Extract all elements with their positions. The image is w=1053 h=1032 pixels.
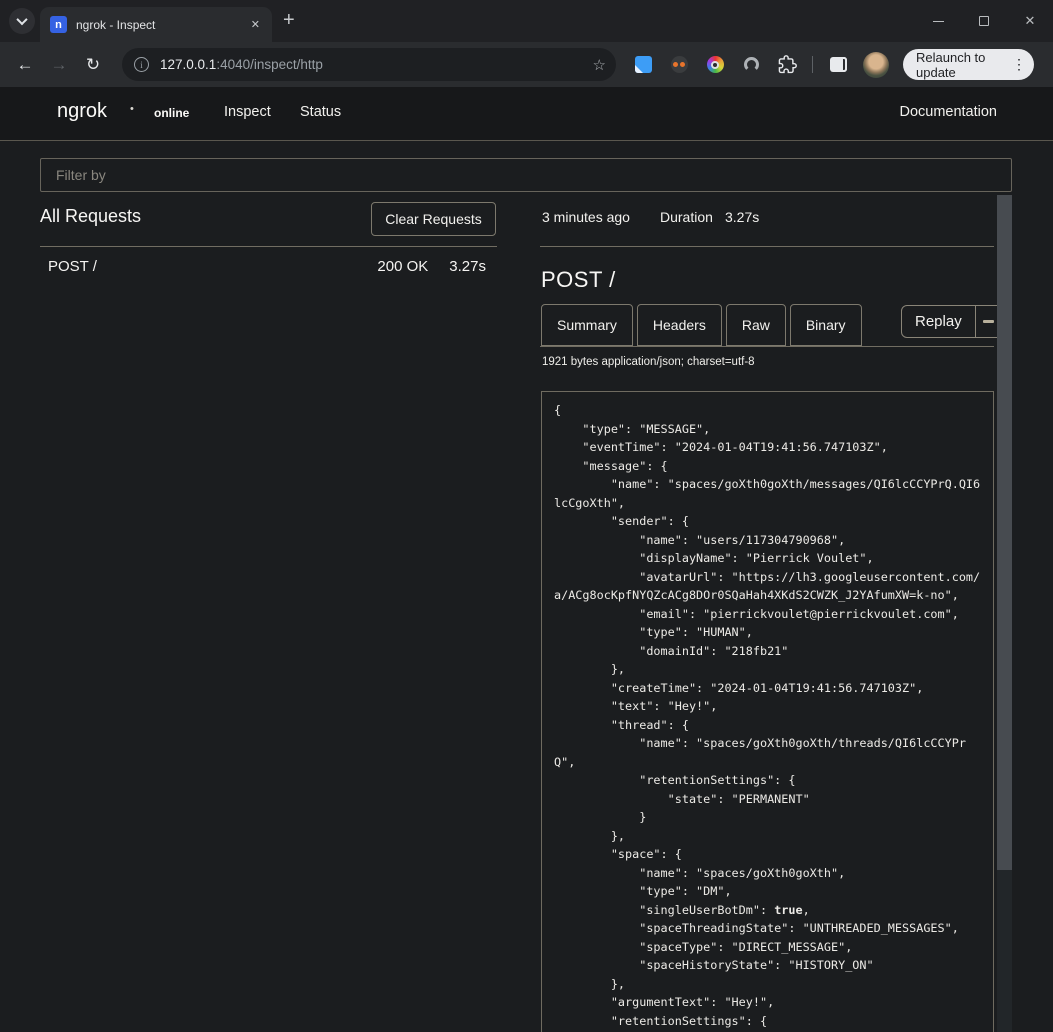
camera-icon <box>707 56 724 73</box>
detail-title: POST / <box>541 267 616 293</box>
clear-requests-button[interactable]: Clear Requests <box>371 202 496 236</box>
json-body-pre: { "type": "MESSAGE", "eventTime": "2024-… <box>554 403 980 917</box>
minimize-icon <box>933 21 944 22</box>
blue-window-icon <box>635 56 652 73</box>
browser-menu-icon[interactable]: ⋮ <box>1012 56 1026 73</box>
goggles-icon <box>671 56 688 73</box>
browser-titlebar: n ngrok - Inspect ✕ + ✕ <box>0 0 1053 42</box>
request-method-path: POST / <box>48 258 377 275</box>
replay-menu-icon <box>983 320 994 323</box>
forward-button[interactable]: → <box>42 48 76 82</box>
arc-icon <box>744 57 759 72</box>
request-duration: 3.27s <box>449 258 486 275</box>
maximize-icon <box>979 16 989 26</box>
close-button[interactable]: ✕ <box>1007 0 1053 42</box>
right-divider <box>540 246 994 247</box>
nav-status[interactable]: Status <box>300 104 341 120</box>
filter-input[interactable] <box>40 158 1012 192</box>
relaunch-to-update-button[interactable]: Relaunch to update ⋮ <box>903 49 1034 80</box>
window-controls: ✕ <box>915 0 1053 42</box>
reload-icon: ↻ <box>86 55 100 75</box>
new-tab-button[interactable]: + <box>283 11 295 29</box>
documentation-link[interactable]: Documentation <box>899 104 997 120</box>
reload-button[interactable]: ↻ <box>76 48 110 82</box>
all-requests-title: All Requests <box>40 206 141 227</box>
replay-button[interactable]: Replay <box>902 306 975 337</box>
duration-label: Duration <box>660 209 713 225</box>
tab-close-icon[interactable]: ✕ <box>247 16 264 33</box>
tab-title: ngrok - Inspect <box>76 18 247 32</box>
ngrok-favicon-icon: n <box>50 16 67 33</box>
browser-window: n ngrok - Inspect ✕ + ✕ ← → ↻ i 127.0.0.… <box>0 0 1053 1032</box>
tab-search-button[interactable] <box>9 8 35 34</box>
json-body: { "type": "MESSAGE", "eventTime": "2024-… <box>554 401 981 1030</box>
extensions-row <box>632 42 889 87</box>
extension-window-icon[interactable] <box>632 54 654 76</box>
request-status: 200 OK <box>377 258 428 275</box>
body-meta: 1921 bytes application/json; charset=utf… <box>542 356 755 368</box>
tab-headers[interactable]: Headers <box>637 304 722 346</box>
online-status-label: online <box>154 106 189 120</box>
address-bar[interactable]: i 127.0.0.1:4040/inspect/http ☆ <box>122 48 616 81</box>
url-text: 127.0.0.1:4040/inspect/http <box>160 57 593 72</box>
extension-camera-icon[interactable] <box>704 54 726 76</box>
extension-goggles-icon[interactable] <box>668 54 690 76</box>
json-body-post: , "spaceThreadingState": "UNTHREADED_MES… <box>554 903 959 1028</box>
bookmark-star-icon[interactable]: ☆ <box>593 56 606 74</box>
duration-value: 3.27s <box>725 209 759 225</box>
maximize-button[interactable] <box>961 0 1007 42</box>
forward-icon: → <box>51 55 68 75</box>
replay-split-button: Replay <box>901 305 1003 338</box>
back-icon: ← <box>17 55 34 75</box>
site-info-icon[interactable]: i <box>134 57 149 72</box>
chevron-down-icon <box>16 14 27 25</box>
extension-arc-icon[interactable] <box>740 54 762 76</box>
minimize-button[interactable] <box>915 0 961 42</box>
tab-binary[interactable]: Binary <box>790 304 862 346</box>
side-panel-button[interactable] <box>827 54 849 76</box>
ngrok-header: ngrok • online Inspect Status Documentat… <box>0 87 1053 141</box>
left-divider <box>40 246 497 247</box>
ngrok-logo[interactable]: ngrok <box>57 100 107 123</box>
nav-inspect[interactable]: Inspect <box>224 104 271 120</box>
tab-summary[interactable]: Summary <box>541 304 633 346</box>
relaunch-label: Relaunch to update <box>916 50 1012 80</box>
request-row[interactable]: POST / 200 OK 3.27s <box>40 251 497 282</box>
profile-avatar[interactable] <box>863 52 889 78</box>
online-status-dot: • <box>130 103 134 115</box>
toolbar-separator <box>812 56 813 73</box>
json-body-boolean: true <box>774 903 802 917</box>
puzzle-icon <box>778 55 797 74</box>
browser-tab[interactable]: n ngrok - Inspect ✕ <box>40 7 272 42</box>
request-time-ago: 3 minutes ago <box>542 209 630 225</box>
tab-raw[interactable]: Raw <box>726 304 786 346</box>
close-icon: ✕ <box>1025 13 1036 29</box>
back-button[interactable]: ← <box>8 48 42 82</box>
response-body-box: { "type": "MESSAGE", "eventTime": "2024-… <box>541 391 994 1032</box>
extensions-menu-button[interactable] <box>776 54 798 76</box>
scrollbar-thumb[interactable] <box>997 195 1012 870</box>
side-panel-icon <box>830 57 847 72</box>
